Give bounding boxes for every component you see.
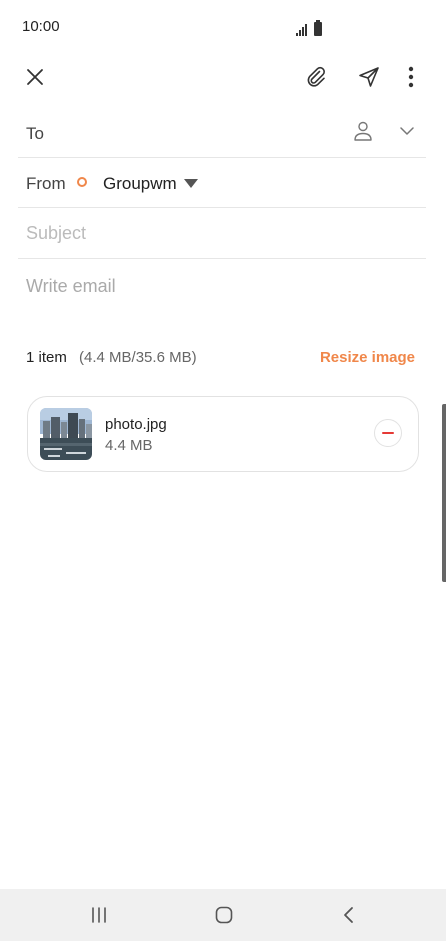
subject-field[interactable]: Subject bbox=[18, 208, 426, 259]
paperclip-icon bbox=[307, 66, 325, 87]
recent-apps-icon bbox=[92, 907, 106, 923]
battery-icon bbox=[314, 20, 322, 36]
status-icons bbox=[296, 18, 322, 36]
from-field[interactable]: From Groupwm bbox=[18, 158, 426, 208]
remove-attachment-button[interactable] bbox=[374, 419, 402, 447]
expand-recipients-button[interactable] bbox=[398, 122, 418, 142]
status-bar: 10:00 bbox=[0, 0, 446, 52]
attachment-file-name: photo.jpg bbox=[105, 416, 167, 433]
attach-button[interactable] bbox=[301, 62, 331, 92]
close-icon bbox=[27, 69, 43, 85]
attachment-summary: 1 item (4.4 MB/35.6 MB) bbox=[26, 349, 197, 366]
navigation-bar bbox=[0, 889, 446, 941]
home-button[interactable] bbox=[209, 900, 239, 930]
home-icon bbox=[215, 906, 233, 924]
recent-apps-button[interactable] bbox=[84, 900, 114, 930]
attachment-item[interactable]: photo.jpg 4.4 MB bbox=[27, 396, 419, 472]
person-icon bbox=[354, 121, 372, 141]
subject-placeholder: Subject bbox=[26, 223, 87, 243]
attachment-size: (4.4 MB/35.6 MB) bbox=[79, 349, 197, 366]
status-time: 10:00 bbox=[22, 18, 60, 35]
dropdown-caret-icon[interactable] bbox=[184, 179, 198, 188]
scroll-handle[interactable] bbox=[442, 404, 446, 582]
send-icon bbox=[359, 67, 379, 87]
chevron-down-icon bbox=[400, 127, 414, 135]
attachment-file-size: 4.4 MB bbox=[105, 437, 153, 454]
contacts-button[interactable] bbox=[352, 120, 376, 144]
email-body-input[interactable]: Write email bbox=[26, 276, 116, 297]
back-button[interactable] bbox=[334, 900, 364, 930]
from-label: From bbox=[26, 174, 66, 193]
resize-image-button[interactable]: Resize image bbox=[320, 349, 415, 366]
compose-toolbar bbox=[0, 52, 446, 100]
send-button[interactable] bbox=[354, 62, 384, 92]
from-account-name[interactable]: Groupwm bbox=[103, 174, 177, 194]
to-label: To bbox=[26, 124, 44, 143]
back-icon bbox=[344, 907, 353, 923]
to-field[interactable]: To bbox=[18, 108, 426, 158]
attachment-count: 1 item bbox=[26, 349, 67, 366]
more-vertical-icon bbox=[408, 66, 414, 88]
signal-icon bbox=[296, 22, 307, 36]
minus-icon bbox=[382, 431, 394, 435]
close-button[interactable] bbox=[20, 62, 50, 92]
photo-thumbnail bbox=[40, 408, 92, 460]
account-color-dot-icon bbox=[77, 177, 87, 187]
more-options-button[interactable] bbox=[396, 62, 426, 92]
